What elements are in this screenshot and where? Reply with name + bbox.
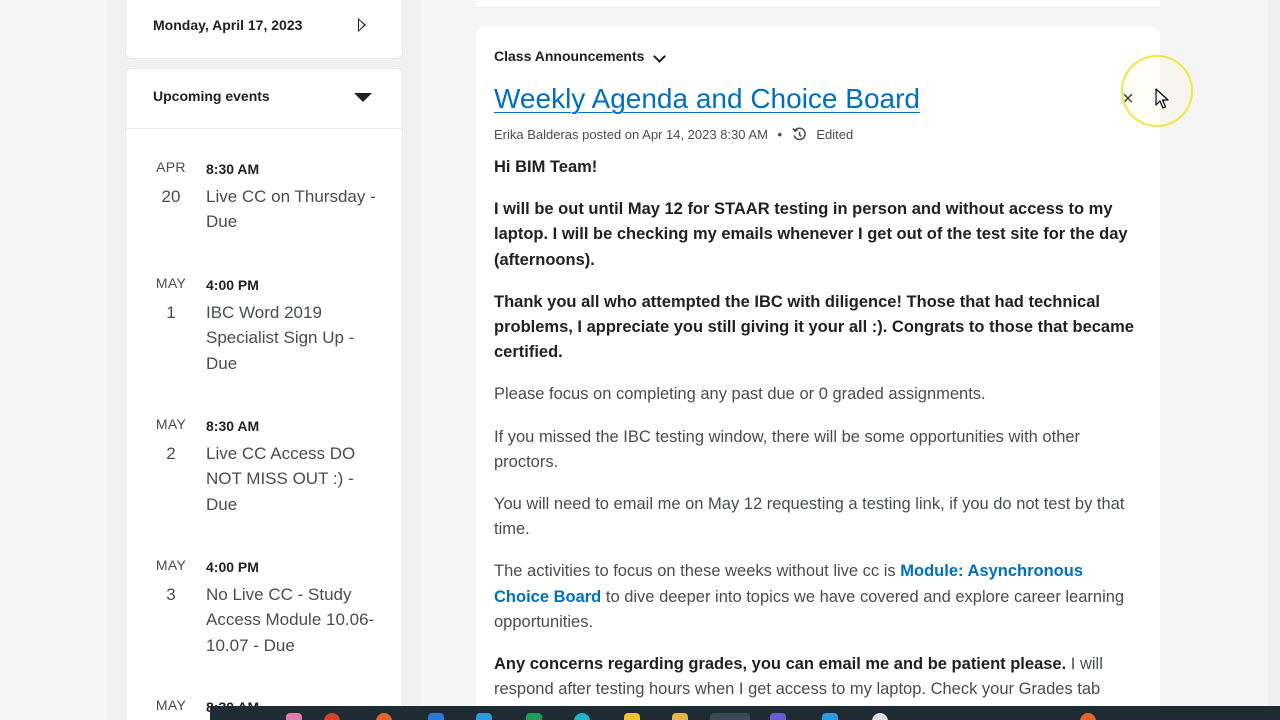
event-time: 4:00 PM bbox=[206, 277, 259, 293]
app-icon[interactable] bbox=[286, 713, 302, 720]
event-time: 8:30 AM bbox=[206, 161, 260, 177]
announcement-author: Erika Balderas posted on Apr 14, 2023 8:… bbox=[494, 127, 768, 142]
page-scrollbar[interactable] bbox=[1268, 0, 1280, 706]
calendar-date-bar: Monday, April 17, 2023 bbox=[125, 0, 403, 59]
app-icon[interactable] bbox=[324, 713, 340, 720]
next-day-icon[interactable] bbox=[358, 18, 366, 32]
event-time: 4:00 PM bbox=[206, 559, 259, 575]
event-month: MAY bbox=[155, 275, 187, 291]
app-icon[interactable] bbox=[710, 713, 750, 720]
app-icon[interactable] bbox=[428, 713, 444, 720]
paragraph-text: The activities to focus on these weeks w… bbox=[494, 562, 901, 581]
announcement-title-link[interactable]: Weekly Agenda and Choice Board bbox=[494, 83, 920, 115]
history-icon bbox=[792, 127, 807, 145]
event-name[interactable]: IBC Word 2019 Specialist Sign Up - Due bbox=[206, 300, 386, 376]
event-day: 20 bbox=[161, 187, 181, 206]
app-icon[interactable] bbox=[770, 713, 786, 720]
app-icon[interactable] bbox=[376, 713, 392, 720]
upcoming-events-title: Upcoming events bbox=[153, 88, 270, 104]
previous-widget-bottom bbox=[476, 0, 1160, 8]
greeting: Hi BIM Team! bbox=[494, 158, 598, 176]
app-icon[interactable] bbox=[624, 713, 640, 720]
edited-label: Edited bbox=[816, 127, 854, 142]
app-icon[interactable] bbox=[872, 713, 888, 720]
paragraph: Any concerns regarding grades, you can e… bbox=[494, 652, 1134, 703]
event-day: 2 bbox=[166, 444, 176, 463]
event-month: MAY bbox=[155, 557, 187, 573]
announcement-meta: Erika Balderas posted on Apr 14, 2023 8:… bbox=[494, 127, 853, 145]
event-name[interactable]: No Live CC - Study Access Module 10.06-1… bbox=[206, 582, 386, 658]
app-icon[interactable] bbox=[1080, 713, 1096, 720]
app-icon[interactable] bbox=[526, 713, 542, 720]
paragraph: You will need to email me on May 12 requ… bbox=[494, 494, 1125, 539]
event-name[interactable]: Live CC on Thursday - Due bbox=[206, 184, 386, 235]
app-icon[interactable] bbox=[822, 713, 838, 720]
paragraph-bold: Any concerns regarding grades, you can e… bbox=[494, 655, 1067, 674]
event-time: 8:30 AM bbox=[206, 418, 260, 434]
meta-separator: • bbox=[777, 127, 783, 142]
app-icon[interactable] bbox=[574, 713, 590, 720]
app-icon[interactable] bbox=[476, 713, 492, 720]
app-icon[interactable] bbox=[672, 713, 688, 720]
event-month: MAY bbox=[155, 416, 187, 432]
paragraph: Please focus on completing any past due … bbox=[494, 385, 986, 404]
event-month: APR bbox=[156, 159, 186, 175]
announcement-body: Hi BIM Team! I will be out until May 12 … bbox=[494, 155, 1134, 719]
event-name[interactable]: Live CC Access DO NOT MISS OUT :) - Due bbox=[206, 441, 386, 517]
os-taskbar bbox=[210, 706, 1280, 720]
paragraph: If you missed the IBC testing window, th… bbox=[494, 427, 1081, 471]
upcoming-events-panel: Upcoming events APR 20 8:30 AM Live CC o… bbox=[125, 68, 403, 720]
upcoming-events-header[interactable]: Upcoming events bbox=[126, 69, 402, 129]
paragraph: Thank you all who attempted the IBC with… bbox=[494, 292, 1134, 362]
event-month: MAY bbox=[155, 697, 187, 713]
widget-title: Class Announcements bbox=[494, 48, 645, 64]
event-day: 3 bbox=[166, 585, 176, 604]
collapse-triangle-icon[interactable] bbox=[354, 93, 372, 102]
paragraph: The activities to focus on these weeks w… bbox=[494, 559, 1134, 635]
paragraph: I will be out until May 12 for STAAR tes… bbox=[494, 200, 1128, 269]
calendar-date: Monday, April 17, 2023 bbox=[153, 17, 303, 33]
event-day: 1 bbox=[166, 303, 176, 322]
mouse-pointer-icon bbox=[1155, 88, 1169, 115]
